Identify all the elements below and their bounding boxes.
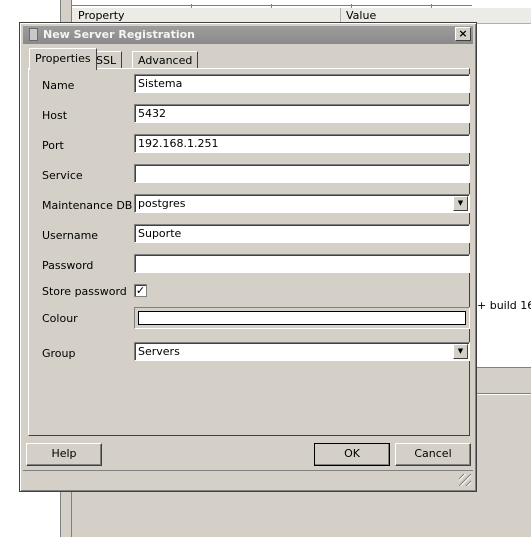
resize-grip-icon[interactable] [459, 474, 471, 486]
service-field[interactable] [134, 164, 470, 183]
chevron-down-icon[interactable]: ▼ [453, 344, 468, 359]
password-field[interactable] [134, 254, 470, 273]
new-server-registration-dialog: New Server Registration × Properties SSL… [19, 22, 477, 492]
group-label: Group [42, 347, 76, 360]
colour-picker-button[interactable] [134, 307, 470, 329]
help-button[interactable]: Help [26, 443, 102, 466]
name-label: Name [42, 79, 75, 92]
background-tab-strip [72, 0, 472, 10]
store-password-label: Store password [42, 285, 127, 298]
port-field[interactable]: 192.168.1.251 [134, 134, 470, 153]
group-select[interactable]: Servers ▼ [134, 342, 470, 361]
cancel-button[interactable]: Cancel [395, 443, 471, 466]
maintenance-db-label: Maintenance DB [42, 199, 133, 212]
port-label: Port [42, 139, 64, 152]
host-label: Host [42, 109, 68, 122]
ok-button[interactable]: OK [314, 443, 390, 466]
username-label: Username [42, 229, 99, 242]
name-field[interactable]: Sistema [134, 74, 470, 93]
status-bar [23, 470, 473, 488]
maintenance-db-value: postgres [138, 197, 186, 210]
username-field[interactable]: Suporte [134, 224, 470, 243]
server-icon [29, 28, 38, 41]
dialog-titlebar[interactable]: New Server Registration × [23, 26, 473, 44]
chevron-down-icon[interactable]: ▼ [453, 196, 468, 211]
colour-label: Colour [42, 312, 78, 325]
service-label: Service [42, 169, 83, 182]
store-password-checkbox[interactable]: ✓ [134, 284, 147, 297]
grid-header-property: Property [78, 9, 125, 22]
password-label: Password [42, 259, 94, 272]
properties-panel: Name Sistema Host 5432 Port 192.168.1.25… [28, 68, 470, 436]
close-button[interactable]: × [455, 27, 471, 41]
maintenance-db-select[interactable]: postgres ▼ [134, 194, 470, 213]
colour-swatch [138, 311, 466, 325]
dialog-title: New Server Registration [43, 28, 195, 41]
tab-properties[interactable]: Properties [29, 48, 97, 70]
group-value: Servers [138, 345, 180, 358]
tab-advanced[interactable]: Advanced [132, 51, 199, 69]
background-build-text: + build 160 [477, 299, 531, 312]
host-field[interactable]: 5432 [134, 104, 470, 123]
grid-header-value: Value [346, 9, 377, 22]
